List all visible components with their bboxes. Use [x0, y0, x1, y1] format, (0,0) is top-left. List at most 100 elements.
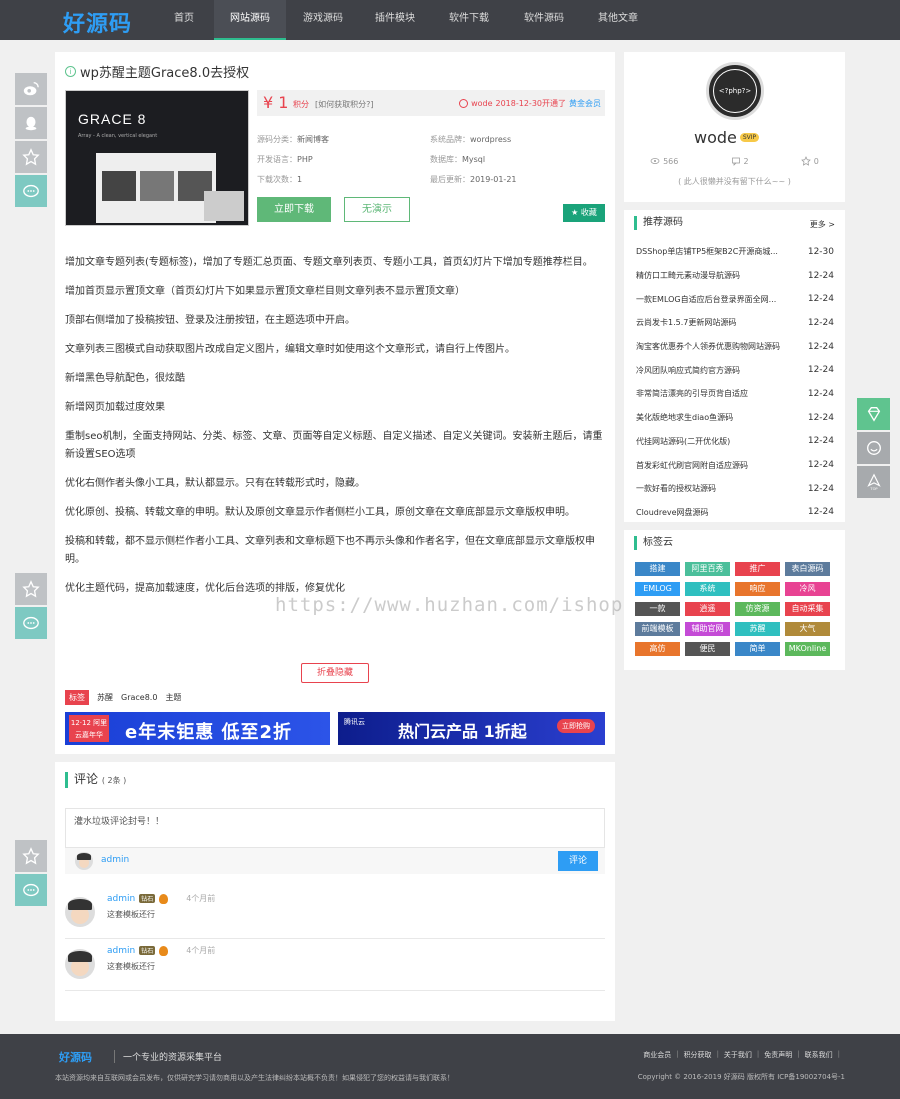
- list-item[interactable]: 美化版绝地求生diao鱼源码 12-24: [636, 406, 834, 430]
- vip-button[interactable]: [857, 398, 890, 430]
- footer-link-vip[interactable]: 商业会员: [643, 1050, 671, 1060]
- tag-cloud-item[interactable]: EMLOG: [635, 582, 680, 596]
- wechat-share-button[interactable]: [15, 607, 47, 639]
- star-icon: [22, 847, 40, 865]
- qzone-share-button[interactable]: [15, 141, 47, 173]
- item-title[interactable]: Cloudreve网盘源码: [636, 507, 796, 518]
- comment-item: admin 钻石 4个月前 这套模板还行: [65, 887, 605, 939]
- feedback-button[interactable]: [857, 432, 890, 464]
- download-button[interactable]: 立即下载: [257, 197, 331, 222]
- wechat-share-button[interactable]: [15, 874, 47, 906]
- item-title[interactable]: 精仿口工畸元素动漫导航源码: [636, 270, 796, 281]
- item-title[interactable]: 冷风团队响应式简约官方源码: [636, 365, 796, 376]
- item-title[interactable]: DSShop单店铺TP5框架B2C开源商城...: [636, 246, 796, 257]
- weibo-share-button[interactable]: [15, 73, 47, 105]
- list-item[interactable]: 非常简洁漂亮的引导页背自适应 12-24: [636, 382, 834, 406]
- content-paragraph: 优化原创、投稿、转载文章的申明。默认及原创文章显示作者侧栏小工具，原创文章在文章…: [65, 507, 575, 518]
- qzone-share-button[interactable]: [15, 573, 47, 605]
- comment-textarea[interactable]: 灌水垃圾评论封号！！: [65, 808, 605, 848]
- nav-software-source[interactable]: 软件源码: [513, 0, 575, 40]
- footer-link-contact[interactable]: 联系我们: [805, 1050, 833, 1060]
- item-date: 12-24: [807, 365, 834, 376]
- tag-cloud-item[interactable]: 一款: [635, 602, 680, 616]
- tag-cloud-item[interactable]: MKOnline: [785, 642, 830, 656]
- footer-link-about[interactable]: 关于我们: [724, 1050, 752, 1060]
- tag-cloud-item[interactable]: 系统: [685, 582, 730, 596]
- item-title[interactable]: 淘宝客优惠券个人领券优惠购物网站源码: [636, 341, 796, 352]
- author-avatar[interactable]: <?php?>: [706, 62, 764, 120]
- list-item[interactable]: 冷风团队响应式简约官方源码 12-24: [636, 358, 834, 382]
- tag-cloud-item[interactable]: 仿资源: [735, 602, 780, 616]
- item-title[interactable]: 非常简洁漂亮的引导页背自适应: [636, 388, 796, 399]
- level-badge: 钻石: [139, 946, 156, 955]
- tag-cloud-item[interactable]: 表白源码: [785, 562, 830, 576]
- demo-button[interactable]: 无演示: [344, 197, 410, 222]
- tencent-cloud-banner[interactable]: 腾讯云 热门云产品 1折起 立即抢购: [338, 712, 605, 745]
- aliyun-banner[interactable]: 12·12 阿里云嘉年华 e年末钜惠 低至2折: [65, 712, 330, 745]
- submit-comment-button[interactable]: 评论: [558, 851, 598, 871]
- price-unit: 积分: [293, 100, 309, 109]
- smile-icon: [459, 99, 469, 108]
- tag-link[interactable]: 主题: [165, 692, 181, 703]
- views-stat: 566: [650, 156, 678, 166]
- favorite-button[interactable]: ★ 收藏: [563, 204, 605, 222]
- tag-cloud-item[interactable]: 辅助官网: [685, 622, 730, 636]
- footer-logo[interactable]: 好源码: [59, 1049, 92, 1065]
- list-item[interactable]: 云尚发卡1.5.7更新网站源码 12-24: [636, 311, 834, 335]
- tag-cloud-item[interactable]: 推广: [735, 562, 780, 576]
- item-title[interactable]: 一款好看的授权站源码: [636, 483, 796, 494]
- post-thumbnail[interactable]: GRACE 8 Array - A clean, vertical elegan…: [65, 90, 249, 226]
- list-item[interactable]: 一款好看的授权站源码 12-24: [636, 477, 834, 501]
- list-item[interactable]: 代挂网站源码(二开优化版) 12-24: [636, 430, 834, 454]
- meta-language: 开发语言：PHP: [257, 154, 313, 165]
- qzone-share-button[interactable]: [15, 840, 47, 872]
- tag-link[interactable]: 苏醒: [97, 692, 113, 703]
- footer-link-points[interactable]: 积分获取: [684, 1050, 712, 1060]
- list-item[interactable]: 淘宝客优惠券个人领券优惠购物网站源码 12-24: [636, 335, 834, 359]
- footer-link-disclaimer[interactable]: 免责声明: [764, 1050, 792, 1060]
- item-title[interactable]: 一款EMLOG自适应后台登录界面全网...: [636, 294, 796, 305]
- item-date: 12-24: [807, 507, 834, 518]
- item-title[interactable]: 首发彩虹代刷官网附自适应源码: [636, 460, 796, 471]
- meta-label: 数据库：: [430, 155, 462, 164]
- how-to-get-points-link[interactable]: [如何获取积分?]: [315, 99, 374, 110]
- back-to-top-button[interactable]: TOP: [857, 466, 890, 498]
- site-logo[interactable]: 好源码: [63, 6, 132, 38]
- tag-cloud-item[interactable]: 便民: [685, 642, 730, 656]
- tag-cloud-item[interactable]: 搭建: [635, 562, 680, 576]
- tag-cloud-item[interactable]: 响应: [735, 582, 780, 596]
- tag-cloud-item[interactable]: 阿里百秀: [685, 562, 730, 576]
- current-user[interactable]: admin: [101, 855, 129, 865]
- nav-plugins[interactable]: 插件模块: [364, 0, 426, 40]
- comment-author[interactable]: admin: [107, 894, 135, 904]
- item-title[interactable]: 代挂网站源码(二开优化版): [636, 436, 796, 447]
- list-item[interactable]: DSShop单店铺TP5框架B2C开源商城... 12-30: [636, 240, 834, 264]
- tag-cloud-item[interactable]: 冷风: [785, 582, 830, 596]
- qq-share-button[interactable]: [15, 107, 47, 139]
- wechat-share-button[interactable]: [15, 175, 47, 207]
- nav-software-download[interactable]: 软件下载: [438, 0, 500, 40]
- list-item[interactable]: 精仿口工畸元素动漫导航源码 12-24: [636, 264, 834, 288]
- tag-cloud-item[interactable]: 高仿: [635, 642, 680, 656]
- nav-home[interactable]: 首页: [160, 0, 208, 40]
- item-title[interactable]: 美化版绝地求生diao鱼源码: [636, 412, 796, 423]
- item-title[interactable]: 云尚发卡1.5.7更新网站源码: [636, 317, 796, 328]
- list-item[interactable]: 一款EMLOG自适应后台登录界面全网... 12-24: [636, 287, 834, 311]
- tag-cloud-item[interactable]: 逍遥: [685, 602, 730, 616]
- more-link[interactable]: 更多 >: [810, 219, 835, 230]
- tag-cloud-item[interactable]: 大气: [785, 622, 830, 636]
- tag-cloud-item[interactable]: 自动采集: [785, 602, 830, 616]
- footer-copyright: Copyright © 2016-2019 好源码 版权所有 ICP备19002…: [637, 1073, 845, 1081]
- list-item[interactable]: 首发彩虹代刷官网附自适应源码 12-24: [636, 453, 834, 477]
- nav-website-source[interactable]: 网站源码: [214, 0, 286, 40]
- collapse-button[interactable]: 折叠隐藏: [301, 663, 369, 683]
- tag-cloud-item[interactable]: 前端模板: [635, 622, 680, 636]
- nav-game-source[interactable]: 游戏源码: [292, 0, 354, 40]
- author-name[interactable]: wode: [694, 128, 737, 147]
- list-item[interactable]: Cloudreve网盘源码 12-24: [636, 501, 834, 525]
- tag-link[interactable]: Grace8.0: [121, 693, 157, 702]
- nav-other-articles[interactable]: 其他文章: [587, 0, 649, 40]
- comment-author[interactable]: admin: [107, 946, 135, 956]
- tag-cloud-item[interactable]: 苏醒: [735, 622, 780, 636]
- tag-cloud-item[interactable]: 简单: [735, 642, 780, 656]
